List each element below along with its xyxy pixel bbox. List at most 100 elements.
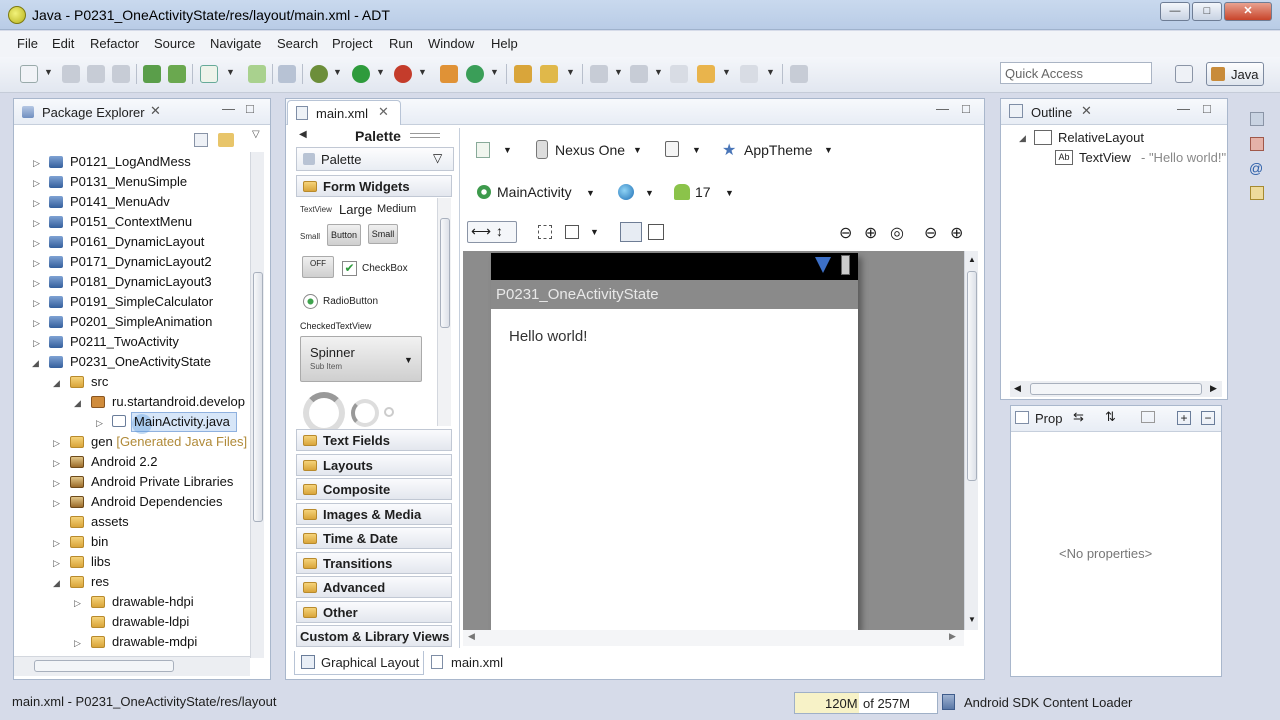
tree-item-project[interactable]: P0211_TwoActivity	[70, 333, 179, 351]
chevron-down-icon[interactable]: ▼	[226, 67, 235, 77]
chevron-down-icon[interactable]: ▼	[614, 67, 623, 77]
scroll-thumb[interactable]	[253, 272, 263, 522]
collapse-icon[interactable]: ◢	[1019, 133, 1026, 144]
scroll-thumb[interactable]	[967, 271, 977, 481]
new-java-package-icon[interactable]	[440, 65, 458, 83]
hello-world-textview[interactable]: Hello world!	[509, 328, 587, 345]
chevron-down-icon[interactable]: ▼	[633, 145, 642, 155]
chevron-down-icon[interactable]: ▼	[766, 67, 775, 77]
scroll-left-icon[interactable]: ◀	[468, 631, 475, 642]
expand-icon[interactable]: ▷	[53, 458, 60, 469]
tree-item-drawable-ldpi[interactable]: drawable-ldpi	[112, 613, 189, 631]
skip-breakpoints-icon[interactable]	[278, 65, 296, 83]
chevron-down-icon[interactable]: ▼	[418, 67, 427, 77]
chevron-down-icon[interactable]: ▼	[490, 67, 499, 77]
pin-editor-icon[interactable]	[790, 65, 808, 83]
palette-dropdown[interactable]: Palette ▽	[296, 147, 454, 171]
outline-horizontal-scrollbar[interactable]: ◀ ▶	[1010, 381, 1222, 397]
tree-item-drawable-mdpi[interactable]: drawable-mdpi	[112, 633, 197, 651]
collapse-all-icon[interactable]	[194, 133, 208, 147]
tree-item-package[interactable]: ru.startandroid.develop	[112, 393, 245, 411]
chevron-down-icon[interactable]: ▼	[645, 188, 654, 198]
chevron-down-icon[interactable]: ▼	[44, 67, 53, 77]
palette-scrollbar[interactable]	[437, 198, 451, 426]
tree-item-project[interactable]: P0151_ContextMenu	[70, 213, 192, 231]
chevron-down-icon[interactable]: ▼	[586, 188, 595, 198]
widget-button[interactable]: Button	[327, 224, 361, 246]
next-annotation-icon[interactable]	[590, 65, 608, 83]
android-sdk-manager-icon[interactable]	[143, 65, 161, 83]
widget-large-text[interactable]: Large	[339, 202, 372, 217]
expand-icon[interactable]: ▷	[74, 598, 81, 609]
close-tab-icon[interactable]: ✕	[1081, 103, 1092, 119]
chevron-down-icon[interactable]: ▼	[566, 67, 575, 77]
palette-category-composite[interactable]: Composite	[296, 478, 452, 500]
widget-textview-label[interactable]: TextView	[300, 205, 332, 214]
close-tab-icon[interactable]: ✕	[378, 104, 389, 120]
back-icon[interactable]	[697, 65, 715, 83]
palette-category-form-widgets[interactable]: Form Widgets	[296, 175, 452, 197]
tree-item-project[interactable]: P0171_DynamicLayout2	[70, 253, 212, 271]
quick-access-input[interactable]: Quick Access	[1000, 62, 1152, 84]
chevron-down-icon[interactable]: ▼	[654, 67, 663, 77]
tree-item-project[interactable]: P0161_DynamicLayout	[70, 233, 204, 251]
expand-icon[interactable]: ▷	[53, 498, 60, 509]
last-edit-icon[interactable]	[670, 65, 688, 83]
tree-item-project[interactable]: P0231_OneActivityState	[70, 353, 211, 371]
tree-item-project[interactable]: P0191_SimpleCalculator	[70, 293, 213, 311]
problems-icon[interactable]	[1250, 137, 1264, 151]
chevron-down-icon[interactable]: ▼	[824, 145, 833, 155]
scroll-down-icon[interactable]: ▼	[968, 615, 976, 624]
widget-toggle-button[interactable]: OFF	[302, 256, 334, 278]
canvas-vertical-scrollbar[interactable]: ▲ ▼	[964, 251, 978, 630]
link-with-editor-icon[interactable]	[218, 133, 234, 147]
close-tab-icon[interactable]: ✕	[150, 103, 161, 119]
chevron-down-icon[interactable]: ▼	[376, 67, 385, 77]
task-list-icon[interactable]	[1250, 112, 1264, 126]
outline-child[interactable]: TextView	[1079, 150, 1131, 165]
layout-width-toggle[interactable]: ⟷ ↕	[467, 221, 517, 243]
tree-item-bin[interactable]: bin	[91, 533, 108, 551]
tree-item-project[interactable]: P0181_DynamicLayout3	[70, 273, 212, 291]
expand-icon[interactable]: ▷	[33, 158, 40, 169]
tree-item-drawable-hdpi[interactable]: drawable-hdpi	[112, 593, 194, 611]
scroll-left-icon[interactable]: ◀	[1014, 383, 1021, 394]
zoom-actual-icon[interactable]: ⊕	[864, 223, 877, 243]
tree-item-src[interactable]: src	[91, 373, 108, 391]
chevron-down-icon[interactable]: ▼	[503, 145, 512, 155]
chevron-down-icon[interactable]: ▼	[333, 67, 342, 77]
collapse-palette-icon[interactable]: ◀	[299, 129, 307, 140]
expand-icon[interactable]: ▷	[53, 538, 60, 549]
minimize-view-icon[interactable]: —	[1177, 101, 1190, 116]
palette-category-transitions[interactable]: Transitions	[296, 552, 452, 574]
tree-item-project[interactable]: P0201_SimpleAnimation	[70, 313, 212, 331]
chevron-down-icon[interactable]: ▼	[590, 227, 599, 237]
palette-drag-handle[interactable]	[410, 133, 440, 138]
fit-icon[interactable]	[565, 225, 579, 239]
widget-radiobutton[interactable]: RadioButton	[323, 296, 378, 307]
forward-icon[interactable]	[740, 65, 758, 83]
canvas-horizontal-scrollbar[interactable]: ◀ ▶	[463, 630, 964, 646]
tree-item-project[interactable]: P0121_LogAndMess	[70, 153, 191, 171]
java-perspective-button[interactable]: Java	[1206, 62, 1264, 86]
expand-icon[interactable]: ▷	[33, 338, 40, 349]
api-level-selector[interactable]: 17	[695, 184, 711, 200]
tree-item-assets[interactable]: assets	[91, 513, 129, 531]
collapse-icon[interactable]: ◢	[53, 578, 60, 589]
javadoc-icon[interactable]: @	[1249, 160, 1263, 176]
tree-item-dependencies[interactable]: Android Dependencies	[91, 493, 223, 511]
layout-actions-icon[interactable]	[620, 222, 642, 242]
palette-category-custom-views[interactable]: Custom & Library Views	[296, 625, 452, 647]
widget-spinner[interactable]: Spinner Sub Item ▼	[300, 336, 422, 382]
zoom-100-icon[interactable]: ◎	[890, 223, 904, 243]
expand-icon[interactable]: ▷	[33, 258, 40, 269]
palette-category-images-media[interactable]: Images & Media	[296, 503, 452, 525]
show-bounds-icon[interactable]	[538, 225, 552, 239]
tree-item-gen[interactable]: gen [Generated Java Files]	[91, 433, 247, 451]
horizontal-scrollbar[interactable]	[14, 656, 250, 676]
expand-icon[interactable]: ▷	[74, 638, 81, 649]
config-chooser-icon[interactable]	[476, 142, 490, 158]
collapse-icon[interactable]: ◢	[74, 398, 81, 409]
widget-small-text[interactable]: Small	[300, 232, 320, 241]
garbage-collect-icon[interactable]	[942, 694, 955, 710]
